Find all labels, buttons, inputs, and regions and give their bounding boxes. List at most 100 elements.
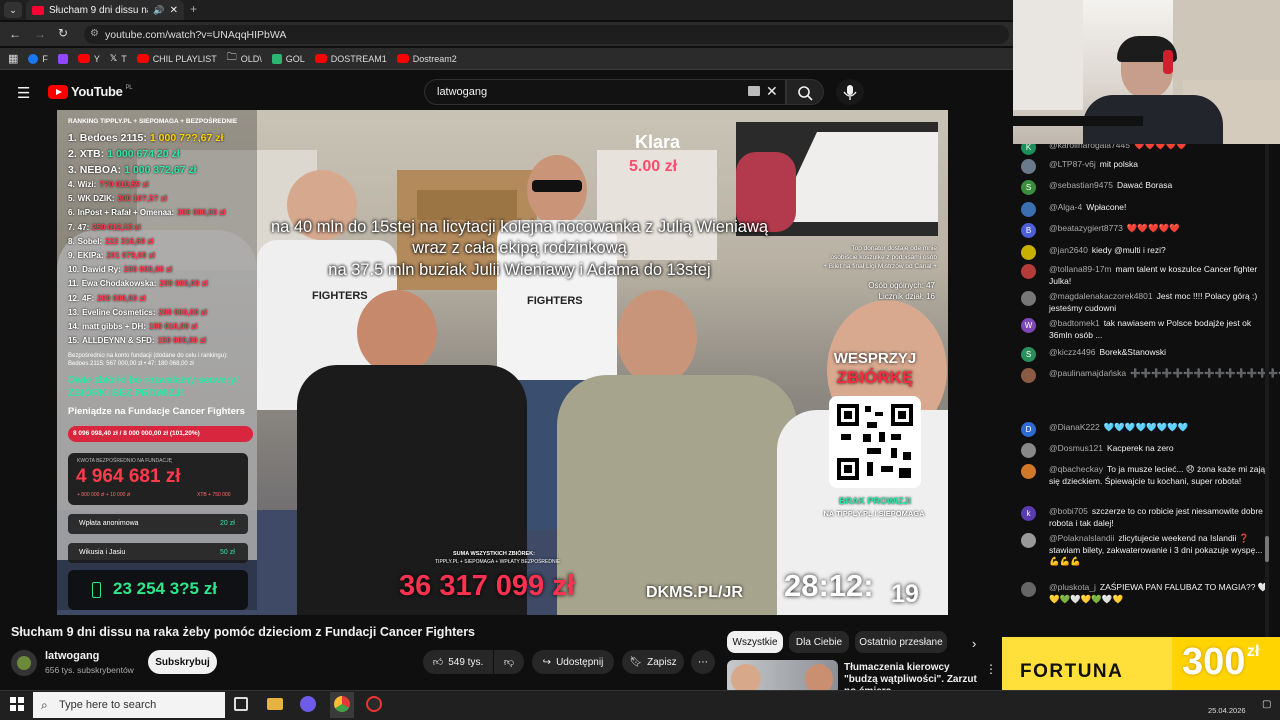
taskbar-search-input[interactable]: Type here to search bbox=[33, 692, 225, 718]
chat-author[interactable]: @kiczz4496 bbox=[1049, 347, 1095, 357]
ranking-name: Bedoes 2115: bbox=[79, 132, 147, 144]
chat-avatar[interactable] bbox=[1021, 443, 1036, 458]
chat-author[interactable]: @tollana89-17m bbox=[1049, 264, 1112, 274]
search-input[interactable]: latwogang bbox=[424, 79, 786, 105]
qr-code[interactable] bbox=[829, 396, 921, 488]
bookmark-y[interactable]: Y bbox=[77, 54, 100, 64]
chat-scrollbar-thumb[interactable] bbox=[1265, 536, 1269, 562]
close-tab-icon[interactable]: ✕ bbox=[170, 5, 178, 16]
bookmark-old[interactable]: 🗀 OLD\ bbox=[227, 50, 262, 67]
chat-author[interactable]: @beatazygiert8773 bbox=[1049, 223, 1123, 233]
ranking-rank: 10. bbox=[68, 265, 80, 275]
ranking-row: 8. Sobel: 222 316,69 zł bbox=[68, 237, 157, 246]
url-text[interactable]: youtube.com/watch?v=UNAqqHIPbWA bbox=[105, 29, 286, 41]
chat-avatar[interactable] bbox=[1021, 533, 1036, 548]
ranking-rank: 14. bbox=[68, 322, 80, 331]
chat-avatar[interactable]: S bbox=[1021, 347, 1036, 362]
chat-author[interactable]: @pluskota_j bbox=[1049, 582, 1096, 592]
live-chat[interactable]: K @karolinarogala7445 ❤️❤️❤️❤️❤️ @LTP87-v6j… bbox=[1013, 144, 1280, 640]
speaker-icon[interactable]: 🔊 bbox=[153, 5, 164, 16]
share-button[interactable]: ↪ Udostępnij bbox=[532, 650, 614, 674]
chat-avatar[interactable]: k bbox=[1021, 506, 1036, 521]
bookmark-gol[interactable]: GOL bbox=[271, 53, 305, 64]
chat-avatar[interactable]: B bbox=[1021, 223, 1036, 238]
chat-avatar[interactable] bbox=[1021, 264, 1036, 279]
apps-grid-icon[interactable]: ▦ bbox=[8, 52, 18, 65]
bookmark-f[interactable]: F bbox=[28, 53, 48, 64]
chat-author[interactable]: @magdalenakaczorek4801 bbox=[1049, 291, 1153, 301]
chip-all[interactable]: Wszystkie bbox=[727, 631, 783, 653]
chat-avatar[interactable] bbox=[1021, 368, 1036, 383]
discord-icon[interactable] bbox=[300, 696, 316, 712]
chat-author[interactable]: @qbacheckay bbox=[1049, 464, 1103, 474]
chat-text: ❤️❤️❤️❤️❤️ bbox=[1133, 144, 1187, 150]
chat-author[interactable]: @karolinarogala7445 bbox=[1049, 144, 1130, 150]
menu-icon[interactable]: ☰ bbox=[17, 84, 30, 102]
related-more-icon[interactable]: ⋮ bbox=[985, 662, 997, 676]
chat-avatar[interactable]: D bbox=[1021, 422, 1036, 437]
chat-avatar[interactable] bbox=[1021, 245, 1036, 260]
chat-avatar[interactable] bbox=[1021, 464, 1036, 479]
subscribe-button[interactable]: Subskrybuj bbox=[148, 650, 217, 674]
chat-author[interactable]: @badtomek1 bbox=[1049, 318, 1100, 328]
battery-icon bbox=[92, 582, 101, 598]
bookmark-dostream1[interactable]: DOSTREAM1 bbox=[314, 54, 387, 64]
task-view-icon[interactable] bbox=[234, 697, 248, 711]
chat-message: @paulinamajdańska ➕➕➕➕➕➕➕➕➕➕➕➕➕➕➕➕ bbox=[1021, 368, 1280, 383]
chat-message: S @kiczz4496 Borek&Stanowski bbox=[1021, 347, 1271, 362]
bookmark-dostream2[interactable]: Dostream2 bbox=[396, 54, 457, 64]
chat-avatar[interactable] bbox=[1021, 159, 1036, 174]
streamer-webcam bbox=[1013, 0, 1280, 144]
chat-author[interactable]: @sebastian9475 bbox=[1049, 180, 1113, 190]
channel-name[interactable]: latwogang bbox=[45, 650, 99, 662]
chat-author[interactable]: @DianaK222 bbox=[1049, 422, 1100, 432]
new-tab-button[interactable]: + bbox=[190, 2, 197, 16]
forward-icon[interactable]: → bbox=[34, 27, 46, 41]
donation-amount: 20 zł bbox=[220, 520, 235, 527]
reload-icon[interactable]: ↻ bbox=[58, 26, 68, 40]
chip-for-you[interactable]: Dla Ciebie bbox=[789, 631, 849, 653]
chat-avatar[interactable]: S bbox=[1021, 180, 1036, 195]
search-button[interactable] bbox=[786, 79, 824, 105]
dislike-button[interactable]: 👎︎ bbox=[494, 650, 524, 674]
chevron-right-icon[interactable]: › bbox=[972, 636, 976, 651]
chat-message-body: @Dosmus121 Kacperek na zero bbox=[1049, 443, 1271, 455]
tab-search-icon[interactable]: ⌄ bbox=[4, 2, 22, 18]
chat-avatar[interactable] bbox=[1021, 582, 1036, 597]
counter-label: Licznik dział: 16 bbox=[878, 292, 935, 301]
channel-avatar[interactable] bbox=[11, 650, 37, 676]
clear-search-icon[interactable]: ✕ bbox=[766, 83, 778, 100]
chat-author[interactable]: @Polaknalslandii bbox=[1049, 533, 1114, 543]
video-player[interactable]: FIGHTERS FIGHTERS RANKING TIPPLY.PL + SI… bbox=[57, 110, 948, 615]
chat-avatar[interactable]: K bbox=[1021, 144, 1036, 155]
chat-author[interactable]: @bobi705 bbox=[1049, 506, 1088, 516]
youtube-logo[interactable]: YouTube PL bbox=[48, 84, 133, 99]
bookmark-chil-playlist[interactable]: CHIL PLAYLIST bbox=[136, 54, 217, 64]
obs-icon[interactable] bbox=[366, 696, 382, 712]
browser-tab-active[interactable]: Słucham 9 dni dissu na raka żeby 🔊 ✕ bbox=[26, 0, 184, 20]
chat-author[interactable]: @LTP87-v6j bbox=[1049, 159, 1096, 169]
site-info-icon[interactable]: ⚙ bbox=[90, 28, 99, 39]
keyboard-icon[interactable] bbox=[748, 86, 760, 96]
chat-avatar[interactable] bbox=[1021, 291, 1036, 306]
caption-line: na 37.5 mln buziak Julii Wieniawy i Adam… bbox=[328, 261, 711, 279]
back-icon[interactable]: ← bbox=[9, 27, 21, 41]
chat-author[interactable]: @Dosmus121 bbox=[1049, 443, 1103, 453]
windows-start-icon[interactable] bbox=[10, 697, 24, 716]
like-button[interactable]: 👍︎ 549 tys. bbox=[423, 650, 493, 674]
chat-author[interactable]: @Alga-4 bbox=[1049, 202, 1082, 212]
related-thumbnail[interactable] bbox=[727, 660, 838, 694]
more-actions-button[interactable]: ⋯ bbox=[691, 650, 715, 674]
chip-recently-uploaded[interactable]: Ostatnio przesłane bbox=[855, 631, 947, 653]
bookmark-t[interactable]: 𝕏T bbox=[110, 53, 127, 64]
chat-author[interactable]: @jan2640 bbox=[1049, 245, 1088, 255]
save-button[interactable]: 🔖︎ Zapisz bbox=[622, 650, 684, 674]
chat-avatar[interactable] bbox=[1021, 202, 1036, 217]
bookmark-twitch[interactable] bbox=[57, 53, 68, 64]
notification-icon[interactable]: ▢ bbox=[1262, 699, 1271, 710]
voice-search-button[interactable] bbox=[836, 79, 864, 105]
chat-avatar[interactable]: W bbox=[1021, 318, 1036, 333]
share-label: Udostępnij bbox=[556, 656, 604, 668]
file-explorer-icon[interactable] bbox=[267, 698, 283, 710]
chat-author[interactable]: @paulinamajdańska bbox=[1049, 368, 1126, 378]
